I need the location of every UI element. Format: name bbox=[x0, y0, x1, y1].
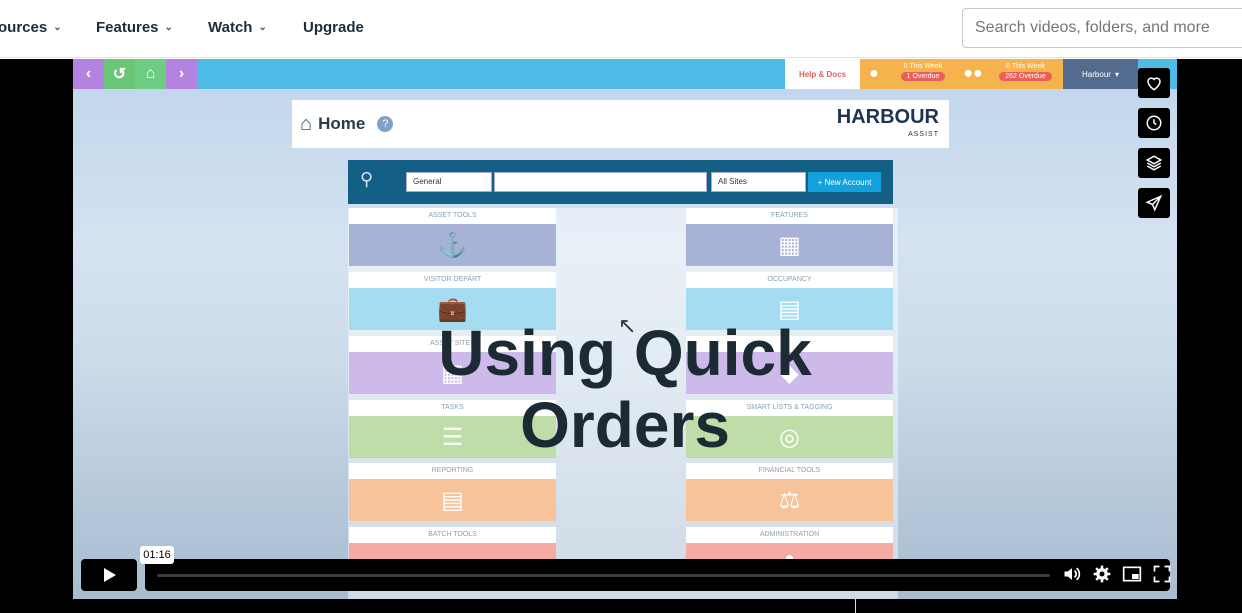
progress-track[interactable] bbox=[157, 574, 1050, 577]
tile-label: ADMINISTRATION bbox=[686, 527, 893, 543]
video-title-overlay: Using Quick Orders bbox=[73, 317, 1177, 461]
collections-button[interactable] bbox=[1138, 148, 1170, 178]
nav-watch-label: Watch bbox=[208, 19, 253, 36]
tile-label: VISITOR DEPART bbox=[349, 272, 556, 288]
home-icon: ⌂ bbox=[300, 112, 313, 135]
like-button[interactable] bbox=[1138, 68, 1170, 98]
tile-label: FINANCIAL TOOLS bbox=[686, 463, 893, 479]
nav-features-label: Features bbox=[96, 19, 159, 36]
tile-label: BATCH TOOLS bbox=[349, 527, 556, 543]
video-frame[interactable]: ‹ ↺ ⌂ › Help & Docs ● 0 This Week 1 Over… bbox=[73, 59, 1177, 599]
harbour-logo: HARBOUR ASSIST bbox=[836, 106, 939, 144]
play-icon bbox=[104, 568, 116, 582]
nav-resources[interactable]: ources ⌄ bbox=[0, 19, 62, 36]
help-icon: ? bbox=[377, 116, 394, 132]
nav-upgrade[interactable]: Upgrade bbox=[303, 19, 364, 36]
chevron-down-icon: ⌄ bbox=[53, 22, 62, 33]
tile-right-4: FINANCIAL TOOLS ⚖ bbox=[686, 463, 893, 521]
nav-upgrade-label: Upgrade bbox=[303, 19, 364, 36]
watch-later-button[interactable] bbox=[1138, 108, 1170, 138]
picture-in-picture-icon[interactable] bbox=[1122, 564, 1142, 584]
site-header: ources ⌄ Features ⌄ Watch ⌄ Upgrade bbox=[0, 0, 1242, 58]
nav-resources-label: ources bbox=[0, 19, 48, 36]
share-button[interactable] bbox=[1138, 188, 1170, 218]
overlay-line-2: Orders bbox=[520, 389, 730, 461]
settings-gear-icon[interactable] bbox=[1092, 564, 1112, 584]
tile-icon: ⚓ bbox=[349, 224, 556, 266]
app-search-field bbox=[494, 172, 707, 192]
nav-watch[interactable]: Watch ⌄ bbox=[208, 19, 267, 36]
tile-label: FEATURES bbox=[686, 208, 893, 224]
volume-icon[interactable] bbox=[1062, 564, 1082, 584]
time-tooltip: 01:16 bbox=[140, 546, 174, 564]
home-header: ⌂ Home ? HARBOUR ASSIST bbox=[292, 100, 949, 148]
play-button[interactable] bbox=[81, 559, 137, 591]
chevron-down-icon: ⌄ bbox=[258, 22, 267, 33]
chevron-down-icon: ⌄ bbox=[164, 22, 173, 33]
tile-icon: ⚖ bbox=[686, 479, 893, 521]
clock-icon bbox=[1146, 115, 1162, 131]
nav-features[interactable]: Features ⌄ bbox=[96, 19, 173, 36]
fullscreen-icon[interactable] bbox=[1152, 564, 1172, 584]
divider bbox=[855, 599, 856, 613]
magnifier-icon: ⚲ bbox=[360, 169, 374, 189]
new-account-button: + New Account bbox=[808, 172, 881, 192]
control-icons bbox=[1062, 564, 1172, 584]
app-search-bar: ⚲ General All Sites + New Account bbox=[348, 160, 893, 204]
tile-right-0: FEATURES ▦ bbox=[686, 208, 893, 266]
tile-label: ASSET TOOLS bbox=[349, 208, 556, 224]
sites-select: All Sites bbox=[711, 172, 806, 192]
heart-icon bbox=[1147, 77, 1161, 91]
send-icon bbox=[1145, 194, 1163, 212]
type-select: General bbox=[406, 172, 492, 192]
tile-left-0: ASSET TOOLS ⚓ bbox=[349, 208, 556, 266]
layers-icon bbox=[1145, 155, 1163, 171]
logo-main: HARBOUR bbox=[836, 106, 939, 128]
search-input[interactable] bbox=[962, 8, 1242, 48]
home-title: Home bbox=[318, 114, 366, 133]
tile-label: OCCUPANCY bbox=[686, 272, 893, 288]
overlay-line-1: Using Quick bbox=[438, 317, 812, 389]
tile-left-4: REPORTING ▤ bbox=[349, 463, 556, 521]
tile-icon: ▦ bbox=[686, 224, 893, 266]
tile-icon: ▤ bbox=[349, 479, 556, 521]
logo-sub: ASSIST bbox=[908, 131, 939, 138]
control-bar bbox=[145, 559, 1172, 591]
tile-label: REPORTING bbox=[349, 463, 556, 479]
